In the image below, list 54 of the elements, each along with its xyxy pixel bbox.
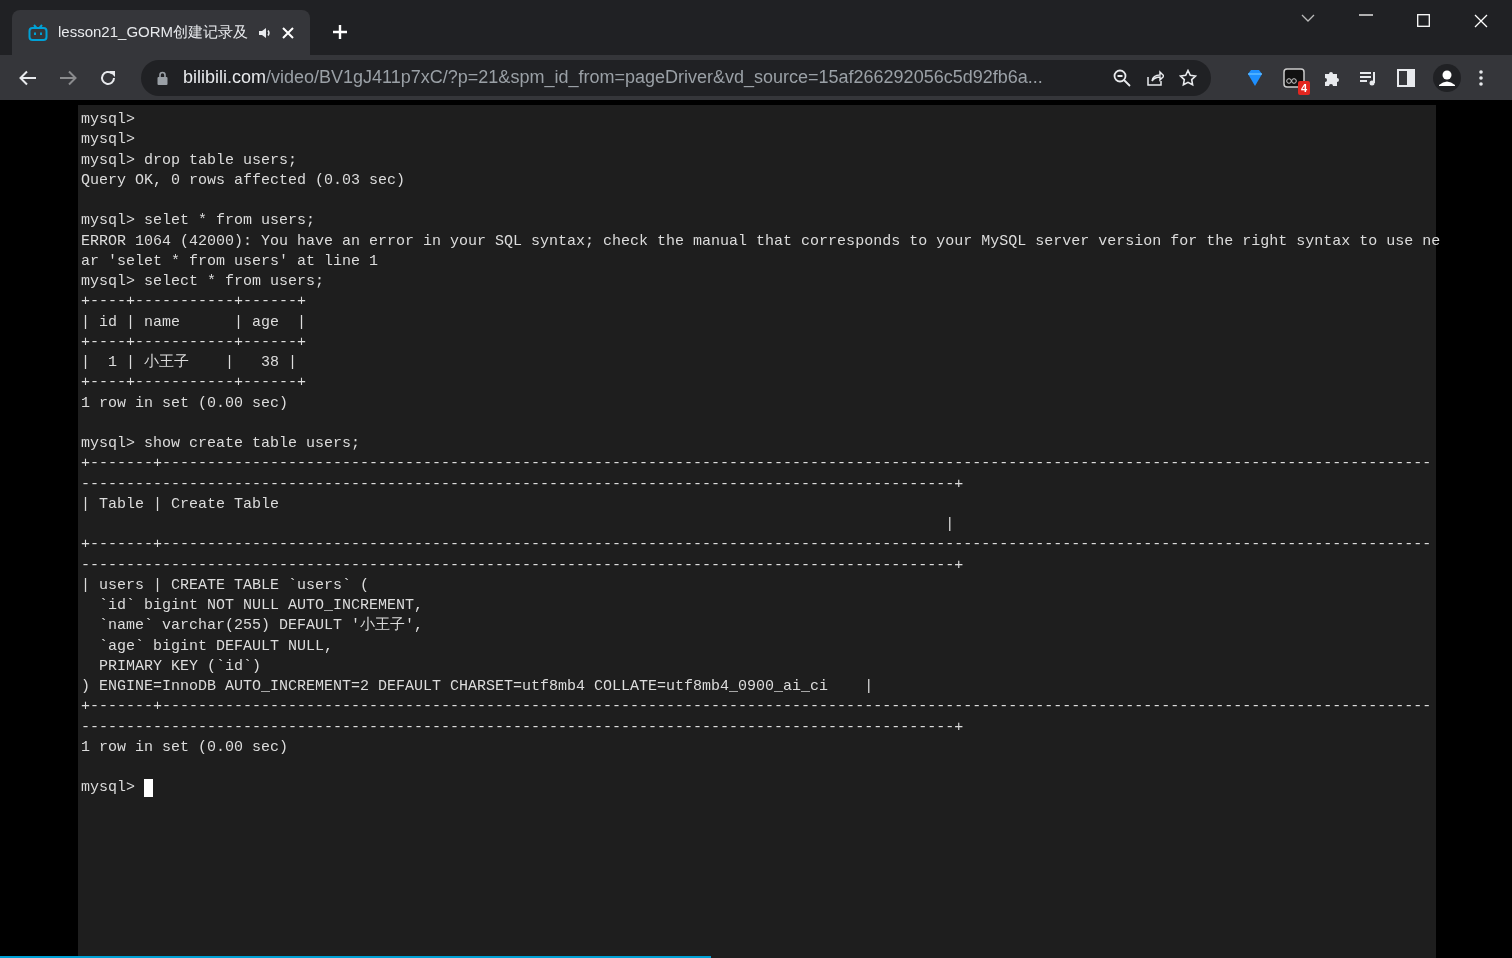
- terminal-line: mysql> select * from users;: [81, 272, 325, 292]
- terminal-line: -------------------------------------------------------------------------------------------------+: [81, 555, 964, 576]
- terminal-line: +-------+---------------------------------------------------------------------------------------------------------------------------------------------: [81, 697, 1432, 718]
- terminal-line: | users | CREATE TABLE `users` (: [81, 575, 370, 596]
- terminal-line: mysql> drop table users;: [81, 150, 298, 171]
- star-icon[interactable]: [1179, 68, 1197, 87]
- terminal-line: mysql> show create table users;: [81, 434, 361, 454]
- terminal-line: ) ENGINE=InnoDB AUTO_INCREMENT=2 DEFAULT CHARSET=utf8mb4 COLLATE=utf8mb4_0900_ai_ci |: [81, 677, 874, 697]
- chevron-down-icon[interactable]: [1301, 14, 1315, 22]
- speaker-icon[interactable]: [258, 26, 272, 39]
- reload-icon[interactable]: [99, 68, 117, 87]
- terminal-line: +----+-----------+------+: [81, 373, 307, 394]
- terminal-line: mysql>: [81, 110, 135, 130]
- terminal-prompt: mysql>: [81, 778, 135, 799]
- side-panel-icon[interactable]: [1397, 68, 1415, 87]
- terminal-line: Query OK, 0 rows affected (0.03 sec): [81, 170, 406, 191]
- terminal-line: +----+-----------+------+: [81, 292, 307, 313]
- profile-icon[interactable]: [1433, 63, 1461, 92]
- terminal-line: mysql> selet * from users;: [81, 211, 316, 232]
- terminal-line: -------------------------------------------------------------------------------------------------+: [81, 474, 964, 495]
- close-icon[interactable]: [1474, 14, 1488, 28]
- url-text: bilibili.com/video/BV1gJ411p7xC/?p=21&spm_id_from=pageDriver&vd_source=15af266292056c5d92fb6a...: [183, 67, 1044, 88]
- zoom-out-icon[interactable]: [1113, 68, 1131, 87]
- terminal-line: mysql>: [81, 130, 135, 151]
- terminal-line: +-------+---------------------------------------------------------------------------------------------------------------------------------------------: [81, 535, 1432, 556]
- terminal-line: 1 row in set (0.00 sec): [81, 737, 289, 758]
- terminal-line: +-------+---------------------------------------------------------------------------------------------------------------------------------------------: [81, 454, 1432, 475]
- back-icon[interactable]: [19, 69, 37, 86]
- close-icon[interactable]: [282, 26, 294, 39]
- terminal-line: `age` bigint DEFAULT NULL,: [98, 636, 334, 657]
- tab-title: lesson21_GORM创建记录及: [58, 23, 248, 42]
- terminal-line: `name` varchar(255) DEFAULT '小王子',: [98, 616, 424, 637]
- tv-icon: [28, 23, 48, 42]
- terminal-line: +----+-----------+------+: [81, 332, 307, 353]
- text-cursor: [144, 779, 153, 798]
- menu-icon[interactable]: [1479, 69, 1483, 86]
- terminal-line: PRIMARY KEY (`id`): [98, 656, 262, 677]
- terminal-line: ar 'selet * from users' at line 1: [81, 251, 379, 272]
- terminal-line: `id` bigint NOT NULL AUTO_INCREMENT,: [98, 596, 424, 616]
- terminal-line: -------------------------------------------------------------------------------------------------+: [81, 717, 964, 738]
- browser-tab[interactable]: lesson21_GORM创建记录及: [12, 10, 310, 55]
- terminal-line: | id | name | age |: [81, 312, 307, 333]
- terminal-line: |: [944, 515, 955, 535]
- gem-icon[interactable]: [1247, 68, 1263, 87]
- maximize-icon[interactable]: [1417, 14, 1430, 27]
- forward-icon[interactable]: [59, 69, 77, 86]
- terminal-line: 1 row in set (0.00 sec): [81, 393, 289, 414]
- address-bar[interactable]: bilibili.com/video/BV1gJ411p7xC/?p=21&spm_id_from=pageDriver&vd_source=15af266292056c5d92fb6a...: [141, 59, 1211, 96]
- terminal-line: | 1 | 小王子 | 38 |: [81, 353, 298, 373]
- plus-icon[interactable]: [332, 24, 348, 40]
- lock-icon: [157, 70, 168, 85]
- terminal-line: ERROR 1064 (42000): You have an error in your SQL syntax; check the manual that corresponds to your MySQL server version for the right syntax to use ne: [81, 231, 1441, 252]
- share-icon[interactable]: [1146, 68, 1164, 87]
- terminal-line: | Table | Create Table: [81, 494, 280, 515]
